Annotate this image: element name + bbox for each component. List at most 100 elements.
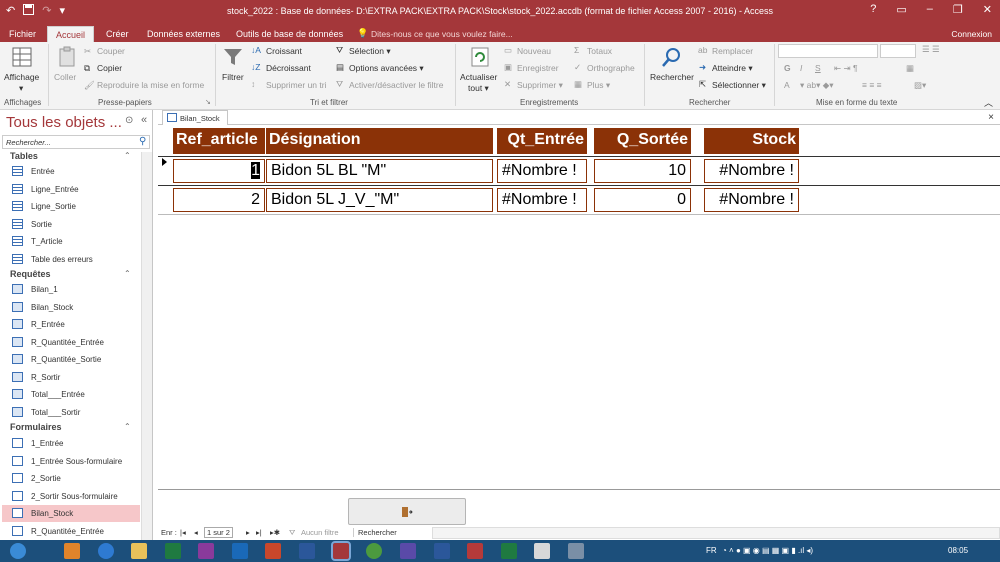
record-selector-icon[interactable] [162, 158, 167, 166]
highlight-icons[interactable]: ▾ ab▾ ◆▾ [800, 80, 834, 91]
horizontal-scrollbar[interactable] [432, 527, 1000, 539]
collapse-ribbon-icon[interactable]: ︿ [984, 96, 993, 109]
rechercher-button[interactable]: Rechercher [650, 72, 694, 82]
decroissant-button[interactable]: Décroissant [266, 63, 311, 73]
selectionner-button[interactable]: Sélectionner ▾ [712, 80, 766, 91]
plus-button[interactable]: Plus ▾ [587, 80, 610, 91]
minimize-button[interactable]: – [927, 3, 933, 16]
filter-status[interactable]: Aucun filtre [301, 528, 339, 537]
chrome-icon[interactable] [366, 543, 382, 559]
onenote-icon[interactable] [198, 543, 214, 559]
bold-button[interactable]: G [784, 63, 791, 73]
reproduire-button[interactable]: Reproduire la mise en forme [97, 80, 204, 90]
nav-item[interactable]: Table des erreurs [2, 251, 140, 268]
nav-item[interactable]: R_Quantitée_Entrée [2, 334, 140, 351]
cell-qt-entree[interactable]: #Nombre ! [497, 159, 587, 183]
word-icon[interactable] [299, 543, 315, 559]
nav-search-input[interactable]: Rechercher... [2, 135, 150, 149]
nav-item[interactable]: 2_Sortir Sous-formulaire [2, 488, 140, 505]
first-record-button[interactable]: |◂ [180, 528, 186, 537]
section-tables[interactable]: Tables [10, 151, 38, 161]
orthographe-button[interactable]: Orthographe [587, 63, 635, 73]
nav-item[interactable]: Total___Sortir [2, 404, 140, 421]
activer-filtre-button[interactable]: Activer/désactiver le filtre [349, 80, 443, 90]
connexion-link[interactable]: Connexion [951, 29, 992, 39]
new-record-button[interactable]: ▸✱ [270, 528, 280, 537]
collapse-icon[interactable]: ⌃ [124, 422, 131, 431]
cell-ref-article[interactable]: 1 [173, 159, 265, 183]
tab-donnees-externes[interactable]: Données externes [141, 26, 226, 42]
document-icon[interactable] [534, 543, 550, 559]
shutter-bar-icon[interactable]: « [141, 114, 147, 126]
remplacer-button[interactable]: Remplacer [712, 46, 753, 56]
search-icon[interactable]: ⚲ [139, 136, 146, 147]
actualiser-button[interactable]: Actualiser [460, 72, 497, 82]
nav-item[interactable]: T_Article [2, 233, 140, 250]
tab-creer[interactable]: Créer [100, 26, 135, 42]
section-formulaires[interactable]: Formulaires [10, 422, 62, 432]
restore-button[interactable]: ❐ [953, 3, 963, 16]
coller-button[interactable]: Coller [54, 72, 76, 82]
section-requetes[interactable]: Requêtes [10, 269, 51, 279]
outlook-icon[interactable] [232, 543, 248, 559]
media-player-icon[interactable] [64, 543, 80, 559]
nav-item[interactable]: 2_Sortie [2, 470, 140, 487]
excel-icon[interactable] [165, 543, 181, 559]
refresh-icon[interactable] [469, 46, 491, 68]
close-document-button[interactable]: × [988, 112, 994, 123]
help-button[interactable]: ? [870, 3, 876, 16]
collapse-icon[interactable]: ⌃ [124, 269, 131, 278]
cell-stock[interactable]: #Nombre ! [704, 188, 799, 212]
file-explorer-icon[interactable] [131, 543, 147, 559]
start-button[interactable] [10, 543, 26, 559]
enregistrer-button[interactable]: Enregistrer [517, 63, 559, 73]
indent-icons[interactable]: ⇤ ⇥ ¶ [834, 63, 858, 74]
tab-accueil[interactable]: Accueil [47, 26, 94, 42]
nouveau-button[interactable]: Nouveau [517, 46, 551, 56]
cell-ref-article[interactable]: 2 [173, 188, 265, 212]
croissant-button[interactable]: Croissant [266, 46, 302, 56]
nav-scrollbar[interactable] [141, 152, 152, 540]
last-record-button[interactable]: ▸| [256, 528, 262, 537]
record-search-input[interactable]: Rechercher [353, 528, 397, 537]
prev-record-button[interactable]: ◂ [194, 528, 198, 537]
nav-dropdown-icon[interactable]: ⊙ [125, 115, 133, 126]
nav-item[interactable]: 1_Entrée [2, 435, 140, 452]
word-icon[interactable] [434, 543, 450, 559]
nav-item[interactable]: R_Quantitée_Sortie [2, 351, 140, 368]
dialog-launcher-icon[interactable]: ↘ [205, 98, 211, 106]
clock[interactable]: 08:05 [948, 546, 968, 555]
selection-button[interactable]: Sélection ▾ [349, 46, 391, 57]
search-icon[interactable] [661, 46, 683, 68]
close-form-button[interactable] [348, 498, 466, 525]
nav-item[interactable]: Total___Entrée [2, 386, 140, 403]
nav-item[interactable]: 1_Entrée Sous-formulaire [2, 453, 140, 470]
filtrer-button[interactable]: Filtrer [222, 72, 244, 82]
supprimer-button[interactable]: Supprimer ▾ [517, 80, 563, 91]
tab-outils-base-de-donnees[interactable]: Outils de base de données [230, 26, 349, 42]
options-avancees-button[interactable]: Options avancées ▾ [349, 63, 424, 74]
nav-item[interactable]: R_Entrée [2, 316, 140, 333]
excel-icon[interactable] [501, 543, 517, 559]
font-color-button[interactable]: A [784, 80, 790, 90]
powerpoint-icon[interactable] [265, 543, 281, 559]
tray-icons[interactable]: ◔ ˄ ● ▣ ◉ ▤ ▦ ▣ ▮ .ıl ◂) [722, 546, 813, 555]
couper-button[interactable]: Couper [97, 46, 125, 56]
close-window-button[interactable]: ✕ [983, 3, 992, 16]
underline-button[interactable]: S [815, 63, 821, 73]
cell-q-sortee[interactable]: 10 [594, 159, 691, 183]
nav-item[interactable]: Ligne_Sortie [2, 198, 140, 215]
access-icon[interactable] [331, 541, 351, 561]
font-size-select[interactable] [880, 44, 916, 58]
tell-me-search[interactable]: Dites-nous ce que vous voulez faire... [371, 29, 513, 39]
nav-item[interactable]: Ligne_Entrée [2, 181, 140, 198]
cell-qt-entree[interactable]: #Nombre ! [497, 188, 587, 212]
atteindre-button[interactable]: Atteindre ▾ [712, 63, 753, 74]
app-icon[interactable] [568, 543, 584, 559]
nav-item[interactable]: Bilan_Stock [2, 299, 140, 316]
nav-pane-title[interactable]: Tous les objets ... [6, 114, 122, 131]
ribbon-display-options-icon[interactable]: ▭ [896, 3, 906, 16]
doc-tab-bilan-stock[interactable]: Bilan_Stock [162, 110, 228, 125]
cell-designation[interactable]: Bidon 5L J_V_"M" [266, 188, 493, 212]
internet-explorer-icon[interactable] [98, 543, 114, 559]
